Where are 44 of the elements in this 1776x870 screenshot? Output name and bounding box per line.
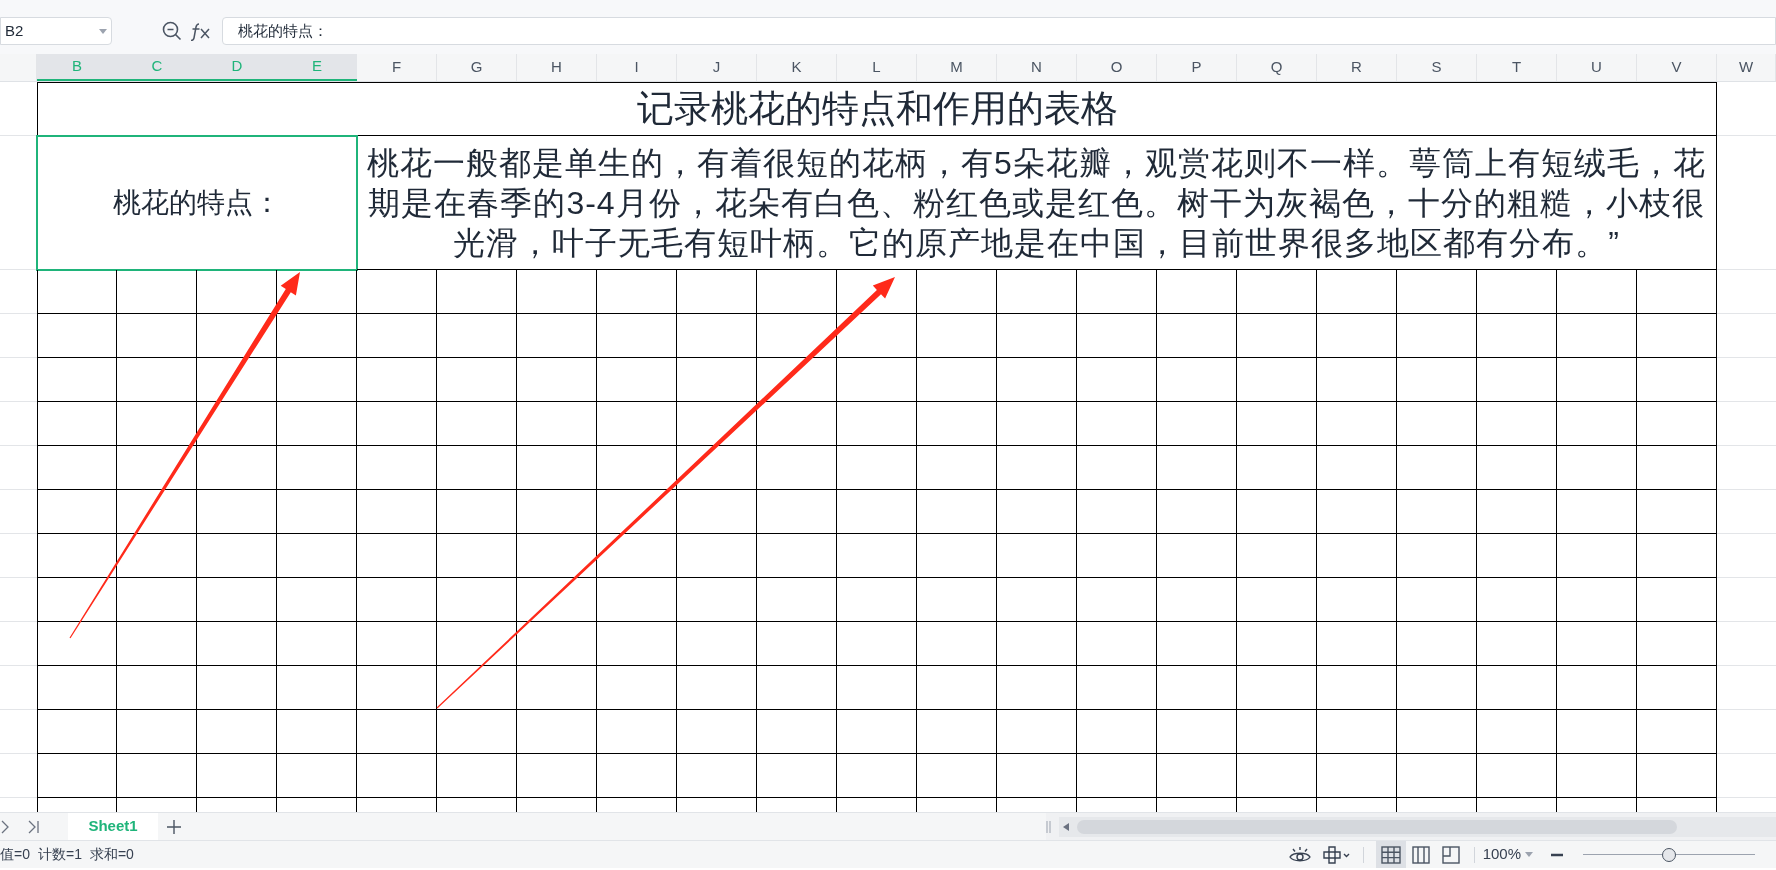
slider-thumb[interactable] — [1662, 847, 1676, 862]
column-header[interactable]: F — [357, 54, 437, 81]
eye-icon[interactable] — [1288, 845, 1311, 864]
title-cell: 记录桃花的特点和作用的表格 — [37, 82, 1717, 136]
column-header[interactable]: G — [437, 54, 517, 81]
page-view-icon — [1411, 845, 1430, 864]
name-box[interactable]: B2 — [0, 17, 112, 45]
column-header[interactable]: H — [517, 54, 597, 81]
column-header[interactable]: Q — [1237, 54, 1317, 81]
zoom-slider[interactable] — [1583, 847, 1755, 862]
page-break-view-icon — [1441, 845, 1460, 864]
column-header[interactable]: P — [1157, 54, 1237, 81]
column-header[interactable]: V — [1637, 54, 1717, 81]
view-button[interactable] — [1375, 841, 1406, 868]
column-header[interactable]: R — [1317, 54, 1397, 81]
column-header[interactable]: O — [1077, 54, 1157, 81]
column-header[interactable]: I — [597, 54, 677, 81]
zoom-icon[interactable] — [162, 21, 182, 41]
dropdown-caret-icon — [1525, 852, 1533, 857]
add-sheet-icon[interactable] — [166, 818, 182, 835]
label-cell[interactable]: 桃花的特点： — [37, 136, 357, 270]
crosshair-icon[interactable] — [1322, 845, 1351, 864]
status-stat: 计数=1 — [37, 845, 82, 864]
column-header[interactable]: W — [1717, 54, 1776, 81]
column-header[interactable]: M — [917, 54, 997, 81]
dropdown-caret-icon — [99, 28, 107, 34]
function-icon[interactable] — [190, 21, 212, 41]
last-sheet-icon[interactable] — [28, 819, 40, 834]
column-header[interactable]: U — [1557, 54, 1637, 81]
zoom-out-icon[interactable] — [1551, 852, 1563, 857]
scroll-left-icon[interactable] — [1063, 822, 1069, 831]
zoom-level[interactable]: 100% — [1482, 843, 1521, 866]
text-cell[interactable]: 桃花一般都是单生的，有着很短的花柄，有5朵花瓣，观赏花则不一样。萼筒上有短绒毛，花期是在春季的3-4月份，花朵有白色、粉红色或是红色。树干为灰褐色，十分的粗糙，小枝很光滑，叶子无毛有短叶柄。它的原产地是在中国，目前世界很多地区都有分布。” — [357, 136, 1717, 270]
column-header[interactable]: T — [1477, 54, 1557, 81]
column-header[interactable]: K — [757, 54, 837, 81]
status-stat: 值=0 — [0, 845, 30, 864]
formula-field[interactable]: 桃花的特点： — [222, 17, 1776, 45]
next-sheet-icon[interactable] — [0, 819, 10, 834]
column-header[interactable]: N — [997, 54, 1077, 81]
column-header[interactable]: L — [837, 54, 917, 81]
column-header[interactable]: J — [677, 54, 757, 81]
grid-view-icon — [1380, 845, 1401, 864]
status-stat: 求和=0 — [89, 845, 134, 864]
column-header[interactable]: S — [1397, 54, 1477, 81]
